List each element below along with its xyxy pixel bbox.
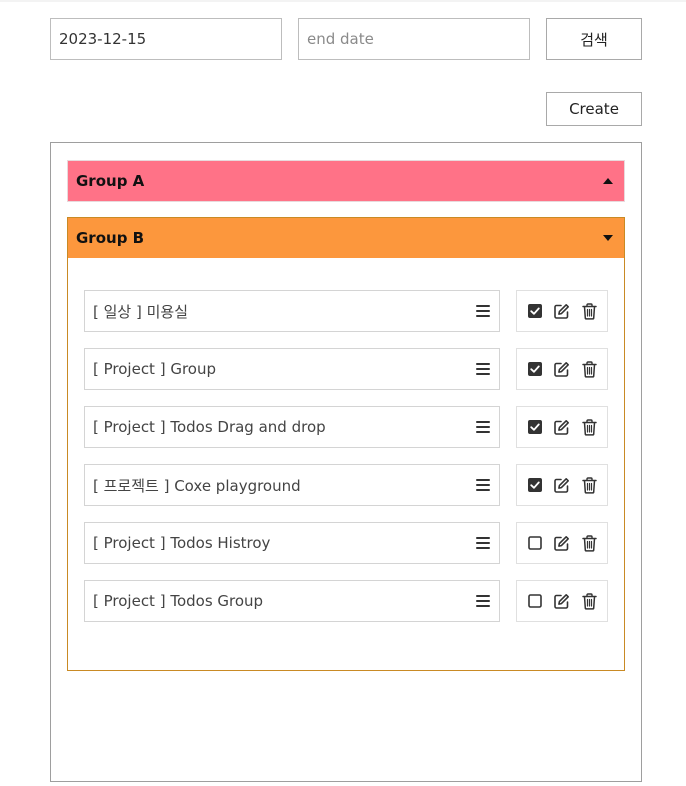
todo-text: [ 프로젝트 ] Coxe playground bbox=[93, 476, 301, 495]
todo-row: [ 일상 ] 미용실 bbox=[84, 290, 608, 332]
edit-icon[interactable] bbox=[551, 416, 573, 438]
edit-icon[interactable] bbox=[551, 532, 573, 554]
todo-actions bbox=[516, 464, 608, 506]
search-button[interactable]: 검색 bbox=[546, 18, 642, 60]
todo-item[interactable]: [ Project ] Group bbox=[84, 348, 500, 390]
todo-row: [ Project ] Group bbox=[84, 348, 608, 390]
trash-icon[interactable] bbox=[578, 416, 600, 438]
start-date-input[interactable] bbox=[50, 18, 282, 60]
todo-row: [ Project ] Todos Histroy bbox=[84, 522, 608, 564]
trash-icon[interactable] bbox=[578, 300, 600, 322]
group-a-title: Group A bbox=[76, 172, 145, 190]
edit-icon[interactable] bbox=[551, 358, 573, 380]
create-button[interactable]: Create bbox=[546, 92, 642, 126]
group-b-header[interactable]: Group B bbox=[67, 217, 625, 259]
checkbox-empty-icon[interactable] bbox=[524, 590, 546, 612]
todo-actions bbox=[516, 522, 608, 564]
todo-item[interactable]: [ Project ] Todos Histroy bbox=[84, 522, 500, 564]
group-b-list: [ 일상 ] 미용실 [ Project ] Group [ Project ] T… bbox=[67, 258, 625, 671]
todo-row: [ Project ] Todos Drag and drop bbox=[84, 406, 608, 448]
todo-actions bbox=[516, 290, 608, 332]
drag-handle-icon[interactable] bbox=[476, 421, 490, 433]
group-board: Group A Group B [ 일상 ] 미용실 [ Project ] Gr… bbox=[50, 142, 642, 782]
checkbox-empty-icon[interactable] bbox=[524, 532, 546, 554]
todo-text: [ Project ] Todos Group bbox=[93, 592, 264, 610]
group-b-title: Group B bbox=[76, 229, 145, 247]
top-border bbox=[0, 0, 686, 2]
drag-handle-icon[interactable] bbox=[476, 595, 490, 607]
checkbox-checked-icon[interactable] bbox=[524, 474, 546, 496]
trash-icon[interactable] bbox=[578, 358, 600, 380]
todo-item[interactable]: [ 프로젝트 ] Coxe playground bbox=[84, 464, 500, 506]
end-date-input[interactable] bbox=[298, 18, 530, 60]
todo-actions bbox=[516, 406, 608, 448]
todo-text: [ Project ] Group bbox=[93, 360, 216, 378]
todo-actions bbox=[516, 348, 608, 390]
todo-actions bbox=[516, 580, 608, 622]
todo-text: [ 일상 ] 미용실 bbox=[93, 302, 189, 321]
caret-down-icon[interactable] bbox=[603, 235, 613, 241]
todo-item[interactable]: [ 일상 ] 미용실 bbox=[84, 290, 500, 332]
drag-handle-icon[interactable] bbox=[476, 305, 490, 317]
todo-item[interactable]: [ Project ] Todos Group bbox=[84, 580, 500, 622]
edit-icon[interactable] bbox=[551, 474, 573, 496]
drag-handle-icon[interactable] bbox=[476, 363, 490, 375]
checkbox-checked-icon[interactable] bbox=[524, 416, 546, 438]
todo-item[interactable]: [ Project ] Todos Drag and drop bbox=[84, 406, 500, 448]
trash-icon[interactable] bbox=[578, 474, 600, 496]
checkbox-checked-icon[interactable] bbox=[524, 300, 546, 322]
edit-icon[interactable] bbox=[551, 590, 573, 612]
group-a-header[interactable]: Group A bbox=[67, 160, 625, 202]
edit-icon[interactable] bbox=[551, 300, 573, 322]
trash-icon[interactable] bbox=[578, 590, 600, 612]
todo-row: [ Project ] Todos Group bbox=[84, 580, 608, 622]
drag-handle-icon[interactable] bbox=[476, 537, 490, 549]
todo-text: [ Project ] Todos Drag and drop bbox=[93, 418, 326, 436]
drag-handle-icon[interactable] bbox=[476, 479, 490, 491]
todo-text: [ Project ] Todos Histroy bbox=[93, 534, 271, 552]
todo-row: [ 프로젝트 ] Coxe playground bbox=[84, 464, 608, 506]
checkbox-checked-icon[interactable] bbox=[524, 358, 546, 380]
caret-up-icon[interactable] bbox=[603, 178, 613, 184]
trash-icon[interactable] bbox=[578, 532, 600, 554]
